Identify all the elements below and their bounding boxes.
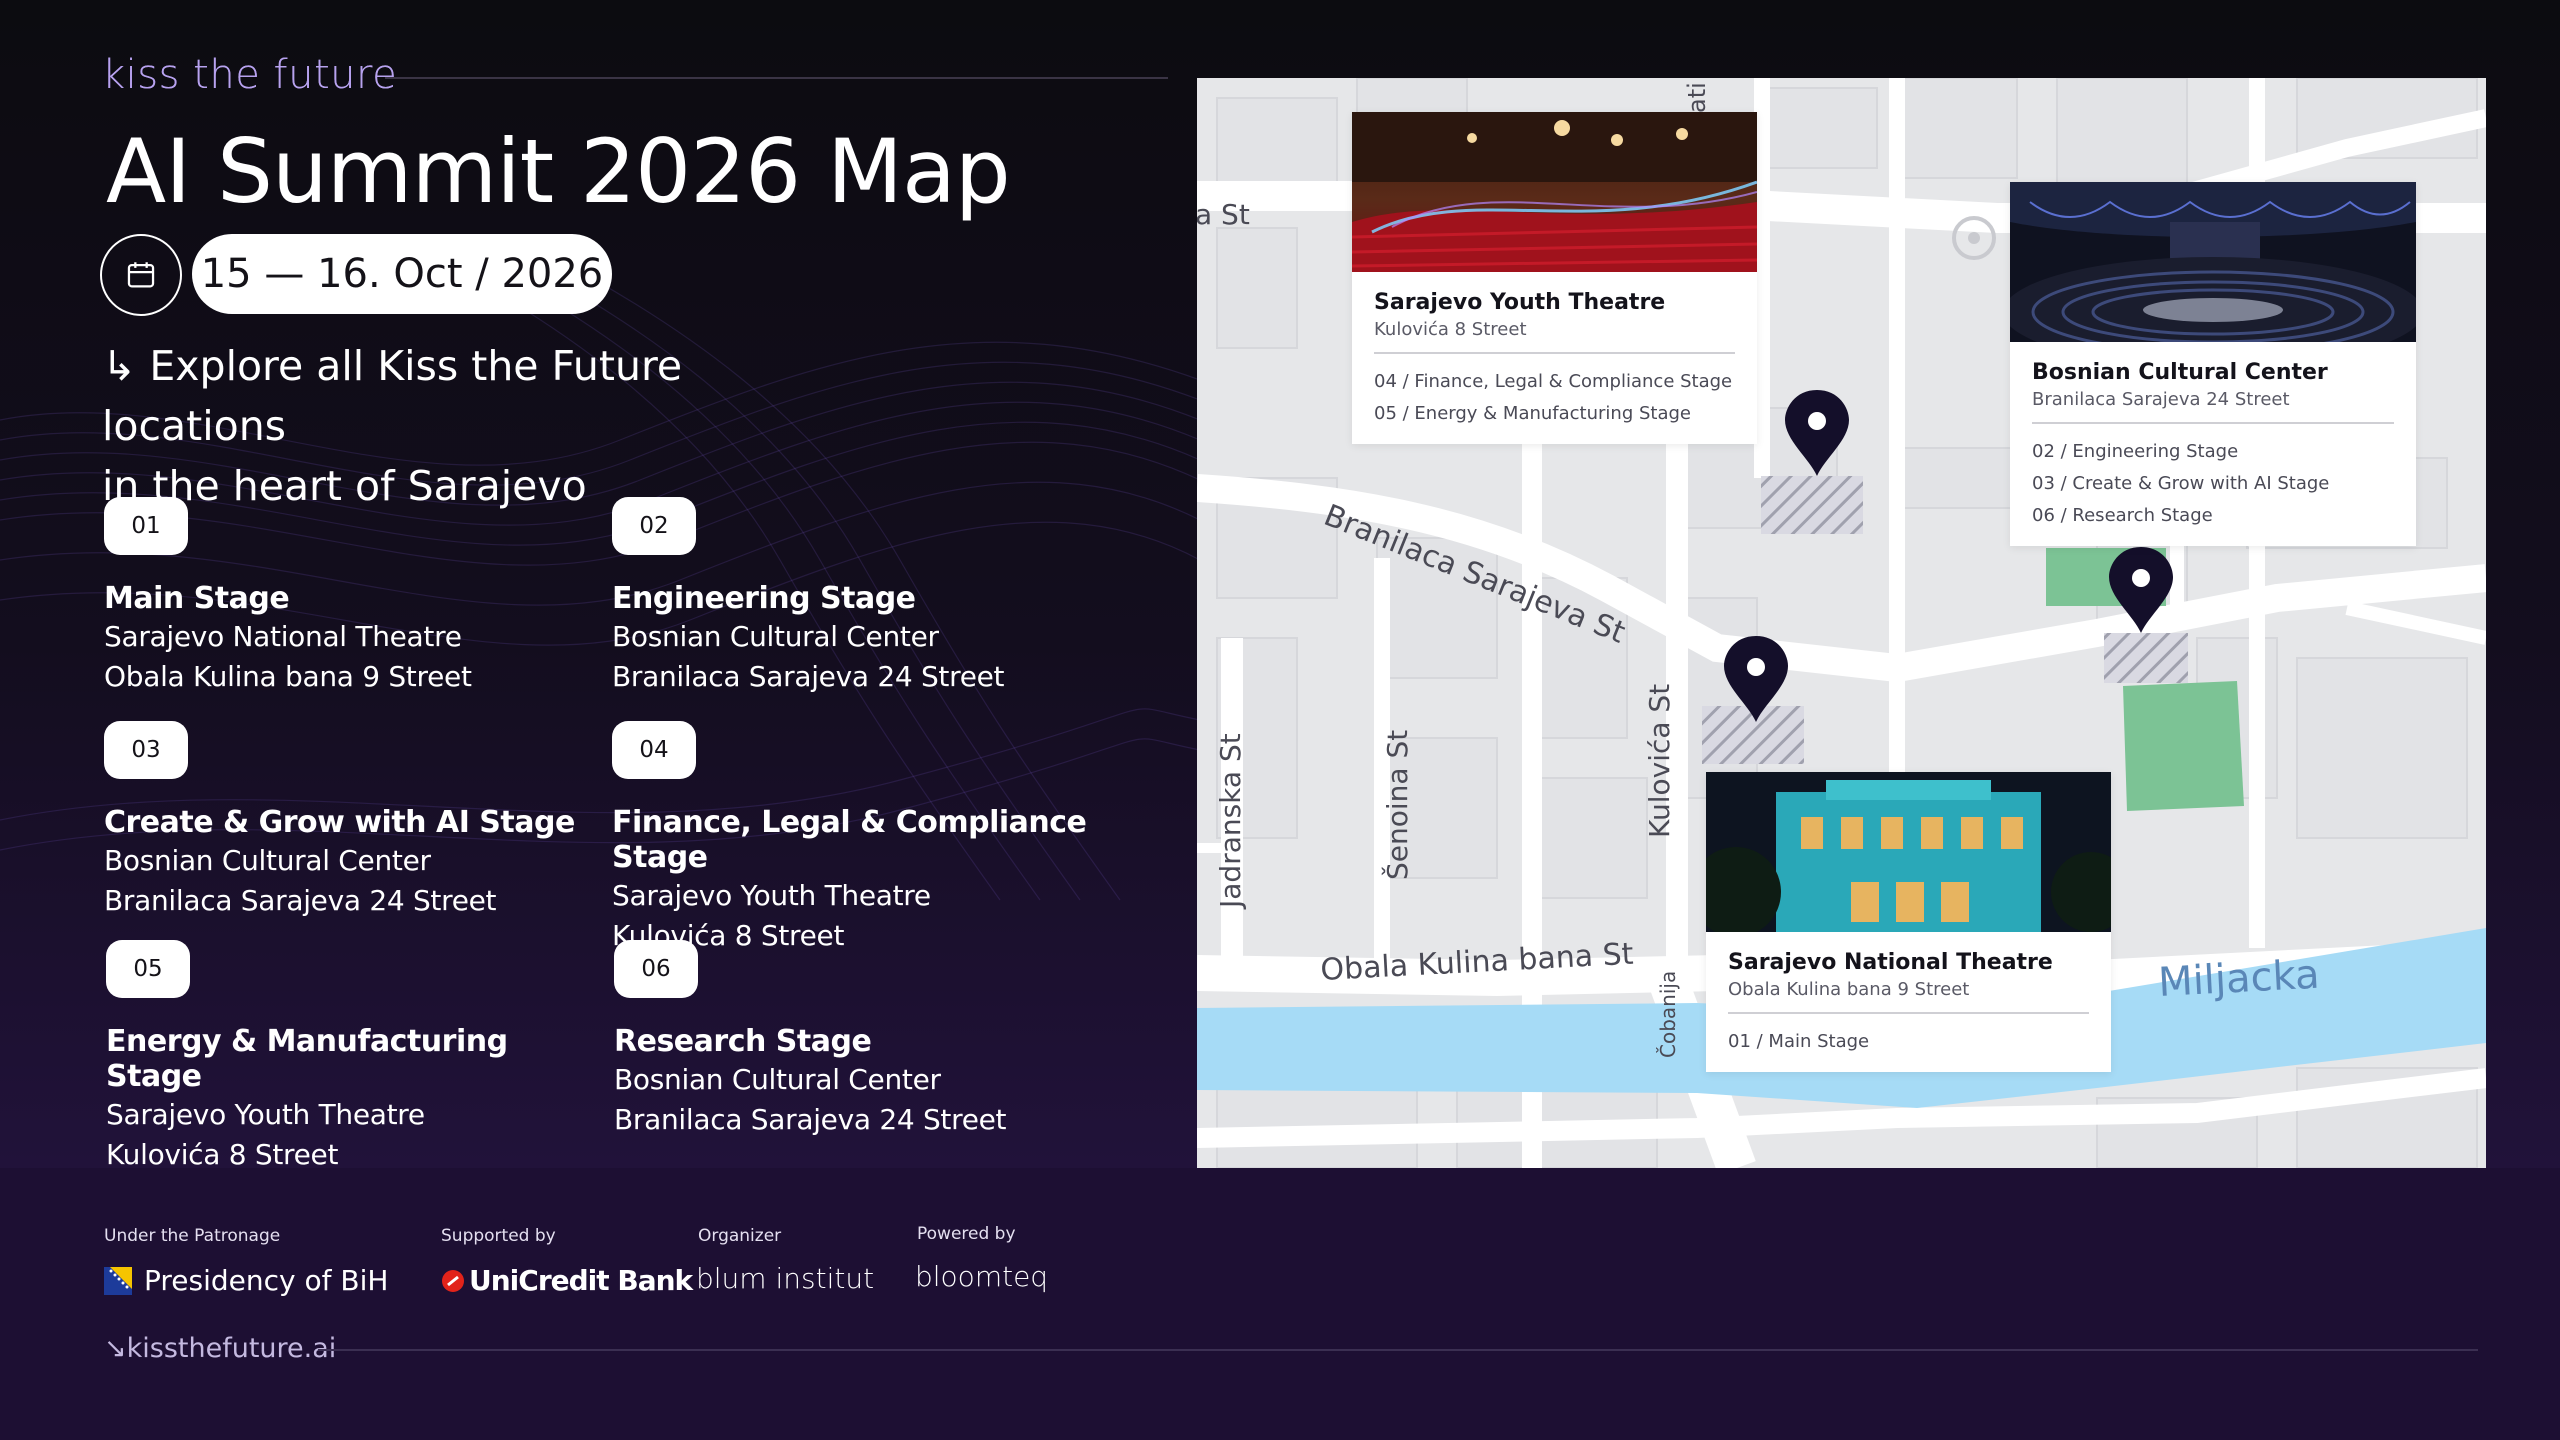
stage-number: 05 bbox=[106, 940, 190, 998]
stage-number: 03 bbox=[104, 721, 188, 779]
venue-photo-national bbox=[1706, 772, 2111, 932]
stage-name: Research Stage bbox=[614, 1024, 872, 1059]
brand-divider bbox=[385, 77, 1168, 79]
event-date: 15 — 16. Oct / 2026 bbox=[192, 234, 612, 314]
stage-name: Energy & Manufacturing Stage bbox=[106, 1024, 508, 1094]
venue-card-stage: 01 / Main Stage bbox=[1728, 1031, 1870, 1052]
venue-card-youth[interactable]: Sarajevo Youth Theatre Kulovića 8 Street… bbox=[1352, 112, 1757, 444]
patronage-logo: Presidency of BiH bbox=[104, 1264, 388, 1297]
stage-number: 06 bbox=[614, 940, 698, 998]
street-label-senoina: Šenoina St bbox=[1380, 730, 1414, 880]
venue-card-stage: 02 / Engineering Stage bbox=[2032, 441, 2239, 462]
street-label-kulovica: Kulovića St bbox=[1643, 684, 1676, 838]
venue-card-bkc[interactable]: Bosnian Cultural Center Branilaca Saraje… bbox=[2010, 182, 2416, 546]
supported-value: UniCredit Bank bbox=[469, 1264, 693, 1297]
river-label: Miljacka bbox=[2157, 952, 2321, 1006]
stage-venue: Sarajevo National Theatre bbox=[104, 620, 462, 653]
unicredit-logo-icon bbox=[442, 1269, 464, 1292]
supported-logo: UniCredit Bank bbox=[441, 1264, 693, 1297]
venue-card-title: Sarajevo National Theatre bbox=[1728, 950, 2053, 975]
intro-line-1: ↳ Explore all Kiss the Future locations bbox=[102, 342, 683, 450]
venue-card-stage: 06 / Research Stage bbox=[2032, 505, 2213, 526]
venue-card-address: Obala Kulina bana 9 Street bbox=[1728, 979, 1970, 1000]
powered-label: Powered by bbox=[917, 1224, 1016, 1244]
stage-item: 03 Create & Grow with AI Stage Bosnian C… bbox=[104, 721, 604, 920]
stage-item: 05 Energy & Manufacturing Stage Sarajevo… bbox=[106, 940, 606, 1174]
venue-card-stage: 03 / Create & Grow with AI Stage bbox=[2032, 473, 2330, 494]
stage-venue: Sarajevo Youth Theatre bbox=[612, 879, 931, 912]
stage-number: 01 bbox=[104, 497, 188, 555]
powered-value: bloomteq bbox=[915, 1260, 1049, 1293]
stage-name: Finance, Legal & Compliance Stage bbox=[612, 805, 1087, 875]
stage-name: Create & Grow with AI Stage bbox=[104, 805, 575, 840]
venue-photo-bkc bbox=[2010, 182, 2416, 342]
stage-number: 04 bbox=[612, 721, 696, 779]
venue-photo-youth bbox=[1352, 112, 1757, 272]
bih-flag-icon bbox=[104, 1266, 132, 1295]
street-label-top-vertical: ati bbox=[1683, 82, 1711, 113]
stage-item: 06 Research Stage Bosnian Cultural Cente… bbox=[614, 940, 1114, 1139]
street-label-jadranska: Jadranska St bbox=[1214, 733, 1247, 910]
stage-address: Branilaca Sarajeva 24 Street bbox=[614, 1103, 1007, 1136]
venue-card-divider bbox=[1374, 352, 1735, 354]
venue-card-address: Kulovića 8 Street bbox=[1374, 319, 1527, 340]
footer bbox=[0, 1168, 2560, 1440]
venue-card-title: Bosnian Cultural Center bbox=[2032, 360, 2328, 385]
calendar-icon bbox=[127, 262, 155, 288]
stage-address: Obala Kulina bana 9 Street bbox=[104, 660, 472, 693]
stage-venue: Bosnian Cultural Center bbox=[612, 620, 939, 653]
stage-venue: Sarajevo Youth Theatre bbox=[106, 1098, 425, 1131]
intro-text: ↳ Explore all Kiss the Future locations … bbox=[102, 336, 862, 516]
stage-venue: Bosnian Cultural Center bbox=[104, 844, 431, 877]
brand-logo: kiss the future bbox=[102, 52, 398, 98]
venue-card-national[interactable]: Sarajevo National Theatre Obala Kulina b… bbox=[1706, 772, 2111, 1072]
street-label-cobanija: Čobanija bbox=[1656, 971, 1680, 1058]
stage-name: Engineering Stage bbox=[612, 581, 916, 616]
calendar-button[interactable] bbox=[100, 234, 182, 316]
venue-card-divider bbox=[1728, 1012, 2089, 1014]
venue-card-title: Sarajevo Youth Theatre bbox=[1374, 290, 1666, 315]
stage-address: Branilaca Sarajeva 24 Street bbox=[104, 884, 497, 917]
footer-divider bbox=[318, 1349, 2478, 1351]
organizer-value: blum institut bbox=[696, 1262, 875, 1295]
venue-card-divider bbox=[2032, 422, 2394, 424]
patronage-value: Presidency of BiH bbox=[144, 1264, 389, 1297]
venue-card-stage: 04 / Finance, Legal & Compliance Stage bbox=[1374, 371, 1733, 392]
venue-card-address: Branilaca Sarajeva 24 Street bbox=[2032, 389, 2290, 410]
stage-address: Branilaca Sarajeva 24 Street bbox=[612, 660, 1005, 693]
organizer-label: Organizer bbox=[698, 1226, 782, 1246]
venue-card-stage: 05 / Energy & Manufacturing Stage bbox=[1374, 403, 1691, 424]
website-link[interactable]: ↘kissthefuture.ai bbox=[104, 1333, 336, 1364]
stage-name: Main Stage bbox=[104, 581, 290, 616]
stage-item: 02 Engineering Stage Bosnian Cultural Ce… bbox=[612, 497, 1112, 696]
supported-label: Supported by bbox=[441, 1226, 556, 1246]
stage-venue: Bosnian Cultural Center bbox=[614, 1063, 941, 1096]
patronage-label: Under the Patronage bbox=[104, 1226, 281, 1246]
street-label-top: a St bbox=[1197, 198, 1250, 231]
stage-number: 02 bbox=[612, 497, 696, 555]
venue-map[interactable]: a St Branilaca Sarajeva St Jadranska St … bbox=[1197, 78, 2486, 1168]
page-title: AI Summit 2026 Map bbox=[106, 120, 1011, 223]
stage-item: 04 Finance, Legal & Compliance Stage Sar… bbox=[612, 721, 1112, 955]
stage-item: 01 Main Stage Sarajevo National Theatre … bbox=[104, 497, 604, 696]
